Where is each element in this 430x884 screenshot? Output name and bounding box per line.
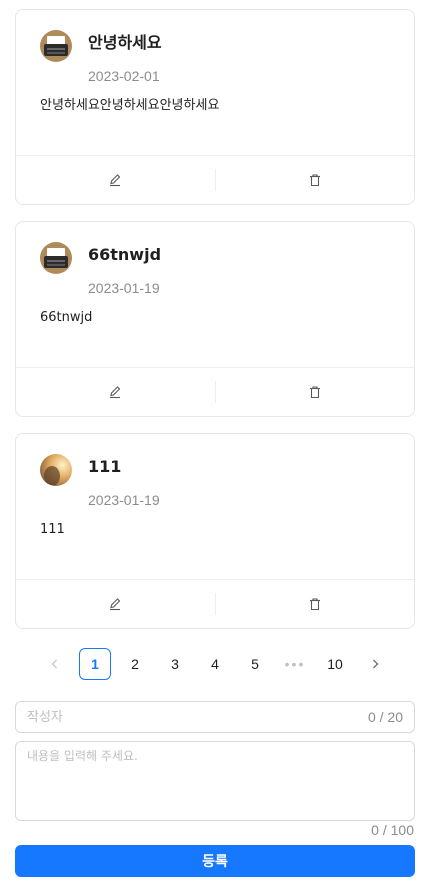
edit-icon — [110, 598, 121, 611]
content-counter: 0 / 100 — [371, 822, 414, 838]
page-button-current[interactable]: 1 — [79, 648, 111, 680]
prev-page-button[interactable] — [39, 648, 71, 680]
chevron-left-icon — [51, 659, 57, 669]
page-button[interactable]: 5 — [239, 648, 271, 680]
avatar — [40, 242, 72, 274]
edit-icon — [110, 386, 121, 399]
avatar — [40, 454, 72, 486]
writer-field: 0 / 20 — [15, 701, 415, 733]
content-textarea[interactable] — [15, 741, 415, 821]
delete-button[interactable] — [216, 368, 415, 416]
page-button[interactable]: 2 — [119, 648, 151, 680]
comment-date: 2023-02-01 — [88, 68, 160, 84]
page-button[interactable]: 4 — [199, 648, 231, 680]
writer-input[interactable] — [27, 709, 368, 725]
delete-button[interactable] — [216, 580, 415, 628]
page-button[interactable]: 3 — [159, 648, 191, 680]
page-ellipsis[interactable]: ••• — [279, 648, 311, 680]
trash-icon — [309, 598, 320, 611]
writer-counter: 0 / 20 — [367, 709, 403, 725]
page-button[interactable]: 10 — [319, 648, 351, 680]
next-page-button[interactable] — [359, 648, 391, 680]
comment-author: 111 — [88, 457, 122, 476]
delete-button[interactable] — [216, 156, 415, 204]
trash-icon — [309, 386, 320, 399]
pagination: 1 2 3 4 5 ••• 10 — [39, 648, 399, 680]
comment-content: 66tnwjd — [40, 310, 93, 325]
comment-content: 111 — [40, 522, 65, 537]
edit-button[interactable] — [16, 156, 215, 204]
comment-content: 안녕하세요안녕하세요안녕하세요 — [40, 98, 220, 113]
comment-date: 2023-01-19 — [88, 280, 160, 296]
comment-actions — [16, 367, 414, 416]
trash-icon — [309, 174, 320, 187]
edit-button[interactable] — [16, 368, 215, 416]
avatar — [40, 30, 72, 62]
comment-actions — [16, 155, 414, 204]
comment-actions — [16, 579, 414, 628]
comment-author: 안녕하세요 — [88, 33, 162, 52]
edit-icon — [110, 174, 121, 187]
comment-author: 66tnwjd — [88, 245, 162, 264]
comment-card: 111 2023-01-19 111 — [15, 433, 415, 629]
comment-date: 2023-01-19 — [88, 492, 160, 508]
chevron-right-icon — [373, 659, 379, 669]
comment-card: 66tnwjd 2023-01-19 66tnwjd — [15, 221, 415, 417]
comment-card: 안녕하세요 2023-02-01 안녕하세요안녕하세요안녕하세요 — [15, 9, 415, 205]
edit-button[interactable] — [16, 580, 215, 628]
submit-button[interactable]: 등록 — [15, 845, 415, 877]
